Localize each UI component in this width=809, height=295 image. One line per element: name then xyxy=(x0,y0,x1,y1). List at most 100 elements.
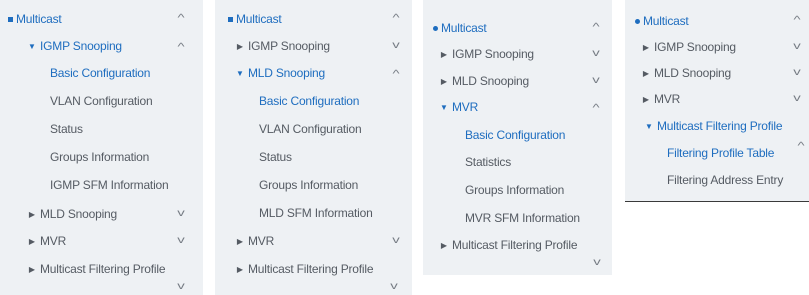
menu-item-label: Groups Information xyxy=(50,150,150,164)
menu-item-mvr[interactable]: ▶ MVR v xyxy=(625,90,809,108)
triangle-down-icon: ▼ xyxy=(645,121,653,131)
triangle-right-icon: ▶ xyxy=(642,94,650,104)
menu-item-igmp-snooping[interactable]: ▶ IGMP Snooping v xyxy=(625,38,809,56)
triangle-right-icon: ▶ xyxy=(28,236,36,246)
triangle-down-icon: ▼ xyxy=(28,41,36,51)
triangle-right-icon: ▶ xyxy=(642,42,650,52)
menu-item-label: Multicast Filtering Profile xyxy=(40,262,166,276)
bullet-icon xyxy=(433,25,438,31)
menu-item-basic-configuration[interactable]: Basic Configuration xyxy=(0,64,203,82)
chevron-down-icon[interactable]: v xyxy=(587,74,605,88)
menu-item-groups-information[interactable]: Groups Information xyxy=(0,148,203,166)
menu-item-mvr[interactable]: ▶ MVR v xyxy=(0,232,203,250)
chevron-up-icon[interactable]: ^ xyxy=(788,14,806,28)
chevron-up-icon[interactable]: ^ xyxy=(587,102,605,116)
menu-item-filtering-profile-table[interactable]: Filtering Profile Table ^ xyxy=(625,141,809,162)
menu-item-mvr[interactable]: ▶ MVR v xyxy=(215,232,412,250)
menu-item-label: Status xyxy=(50,122,83,136)
triangle-right-icon: ▶ xyxy=(236,236,244,246)
triangle-down-icon: ▼ xyxy=(236,68,244,78)
menu-item-igmp-snooping[interactable]: ▼ IGMP Snooping ^ xyxy=(0,37,203,55)
menu-item-label: Multicast Filtering Profile xyxy=(452,238,578,252)
menu-item-multicast-filtering-profile[interactable]: ▶ Multicast Filtering Profile xyxy=(215,260,412,278)
triangle-right-icon: ▶ xyxy=(236,41,244,51)
chevron-down-icon[interactable]: v xyxy=(587,47,605,61)
menu-item-multicast[interactable]: Multicast ^ xyxy=(0,10,203,28)
menu-item-label: MLD Snooping xyxy=(248,66,325,80)
menu-item-filtering-address-entry[interactable]: Filtering Address Entry xyxy=(625,171,809,189)
menu-item-label: MLD Snooping xyxy=(654,66,731,80)
triangle-right-icon: ▶ xyxy=(236,264,244,274)
triangle-down-icon: ▼ xyxy=(440,102,448,112)
menu-item-label: Basic Configuration xyxy=(465,128,566,142)
triangle-right-icon: ▶ xyxy=(28,209,36,219)
chevron-up-icon[interactable]: ^ xyxy=(387,68,405,82)
menu-item-multicast[interactable]: Multicast ^ xyxy=(423,19,612,37)
menu-item-label: IGMP Snooping xyxy=(654,40,736,54)
chevron-down-icon[interactable]: v xyxy=(387,39,405,53)
menu-item-igmp-snooping[interactable]: ▶ IGMP Snooping v xyxy=(423,45,612,63)
menu-item-igmp-snooping[interactable]: ▶ IGMP Snooping v xyxy=(215,37,412,55)
chevron-up-icon[interactable]: ^ xyxy=(172,41,190,55)
menu-item-label: Multicast Filtering Profile xyxy=(248,262,374,276)
menu-item-multicast-filtering-profile[interactable]: ▶ Multicast Filtering Profile xyxy=(423,236,612,254)
menu-item-mld-snooping[interactable]: ▶ MLD Snooping v xyxy=(625,64,809,82)
menu-item-label: MVR xyxy=(40,234,67,248)
menu-item-statistics[interactable]: Statistics xyxy=(423,153,612,171)
menu-item-label: MVR xyxy=(654,92,681,106)
menu-item-basic-configuration[interactable]: Basic Configuration xyxy=(215,92,412,110)
menu-item-groups-information[interactable]: Groups Information xyxy=(423,181,612,199)
menu-item-label: Filtering Address Entry xyxy=(667,173,784,187)
menu-item-mld-snooping[interactable]: ▼ MLD Snooping ^ xyxy=(215,64,412,82)
menu-item-mld-snooping[interactable]: ▶ MLD Snooping v xyxy=(423,72,612,90)
chevron-down-icon[interactable]: v xyxy=(788,92,806,106)
bullet-icon xyxy=(8,16,13,22)
chevron-up-icon[interactable]: ^ xyxy=(387,12,405,26)
menu-item-vlan-configuration[interactable]: VLAN Configuration xyxy=(215,120,412,138)
menu-item-multicast[interactable]: Multicast ^ xyxy=(625,12,809,30)
menu-item-label: Basic Configuration xyxy=(50,66,151,80)
menu-item-label: Status xyxy=(259,150,292,164)
chevron-down-icon[interactable]: v xyxy=(788,40,806,54)
menu-panel-filtering: Multicast ^ ▶ IGMP Snooping v ▶ MLD Snoo… xyxy=(625,0,809,201)
menu-item-label: Multicast xyxy=(441,21,487,35)
chevron-up-icon[interactable]: ^ xyxy=(792,140,809,154)
panel-divider xyxy=(625,201,809,202)
menu-item-mvr[interactable]: ▼ MVR ^ xyxy=(423,98,612,116)
menu-panel-mld: Multicast ^ ▶ IGMP Snooping v ▼ MLD Snoo… xyxy=(215,0,412,295)
menu-item-label: IGMP Snooping xyxy=(248,39,330,53)
chevron-down-icon[interactable]: v xyxy=(788,66,806,80)
menu-item-igmp-sfm-information[interactable]: IGMP SFM Information xyxy=(0,176,203,194)
menu-item-multicast-filtering-profile[interactable]: ▶ Multicast Filtering Profile xyxy=(0,260,203,278)
menu-panel-igmp: Multicast ^ ▼ IGMP Snooping ^ Basic Conf… xyxy=(0,0,203,295)
triangle-right-icon: ▶ xyxy=(440,240,448,250)
triangle-right-icon: ▶ xyxy=(440,49,448,59)
chevron-down-icon[interactable]: v xyxy=(387,234,405,248)
bullet-icon xyxy=(635,18,640,24)
chevron-up-icon[interactable]: ^ xyxy=(172,12,190,26)
menu-item-mld-sfm-information[interactable]: MLD SFM Information xyxy=(215,204,412,222)
menu-item-mld-snooping[interactable]: ▶ MLD Snooping v xyxy=(0,205,203,223)
menu-item-label: VLAN Configuration xyxy=(259,122,362,136)
menu-item-label: VLAN Configuration xyxy=(50,94,153,108)
menu-item-label: MVR xyxy=(452,100,479,114)
chevron-down-icon[interactable]: v xyxy=(172,234,190,248)
menu-item-vlan-configuration[interactable]: VLAN Configuration xyxy=(0,92,203,110)
menu-item-basic-configuration[interactable]: Basic Configuration xyxy=(423,126,612,144)
menu-item-multicast-filtering-profile[interactable]: ▼ Multicast Filtering Profile xyxy=(625,117,809,135)
chevron-down-icon[interactable]: v xyxy=(172,207,190,221)
menu-item-status[interactable]: Status xyxy=(215,148,412,166)
menu-item-mvr-sfm-information[interactable]: MVR SFM Information xyxy=(423,209,612,227)
chevron-down-icon[interactable]: v xyxy=(172,282,190,292)
menu-item-status[interactable]: Status xyxy=(0,120,203,138)
triangle-right-icon: ▶ xyxy=(28,264,36,274)
chevron-down-icon[interactable]: v xyxy=(385,282,403,292)
menu-item-multicast[interactable]: Multicast ^ xyxy=(215,10,412,28)
menu-item-label: Groups Information xyxy=(259,178,359,192)
menu-item-groups-information[interactable]: Groups Information xyxy=(215,176,412,194)
menu-item-label: MVR SFM Information xyxy=(465,211,580,225)
menu-item-label: Statistics xyxy=(465,155,512,169)
chevron-down-icon[interactable]: v xyxy=(588,258,606,268)
menu-item-label: Filtering Profile Table xyxy=(667,146,775,160)
chevron-up-icon[interactable]: ^ xyxy=(587,21,605,35)
